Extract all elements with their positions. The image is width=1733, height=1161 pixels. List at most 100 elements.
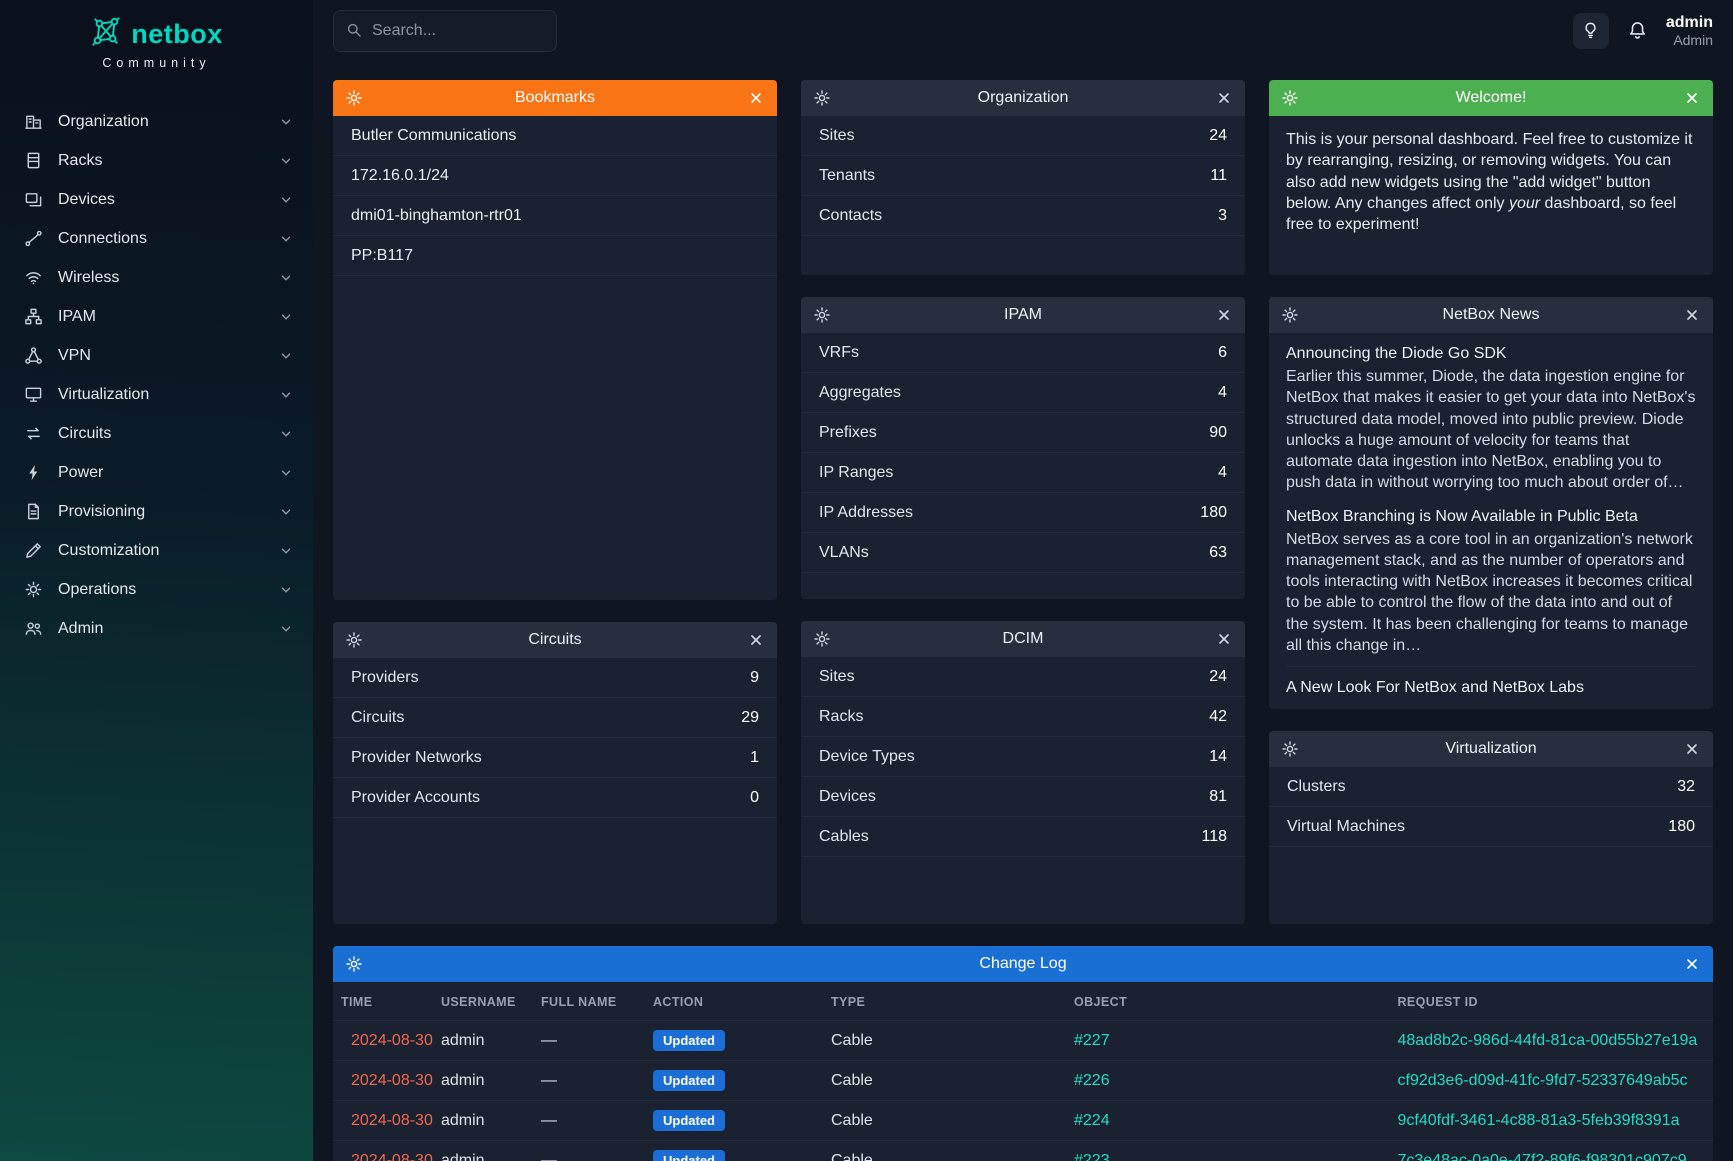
- close-icon[interactable]: [1216, 307, 1232, 323]
- changelog-table-head: TIMEUSERNAMEFULL NAMEACTIONTYPEOBJECTREQ…: [333, 982, 1713, 1021]
- close-icon[interactable]: [1216, 631, 1232, 647]
- search-input[interactable]: [372, 22, 544, 40]
- changelog-time-link[interactable]: 2024-08-30 18:43: [351, 1152, 433, 1161]
- stat-label[interactable]: VLANs: [819, 544, 869, 562]
- widget-config-icon[interactable]: [346, 90, 362, 106]
- brand[interactable]: netbox Community: [0, 0, 313, 76]
- close-icon[interactable]: [1216, 90, 1232, 106]
- widget-config-icon[interactable]: [1282, 90, 1298, 106]
- stat-row[interactable]: Contacts 3: [801, 196, 1245, 236]
- stat-row[interactable]: Tenants 11: [801, 156, 1245, 196]
- widget-config-icon[interactable]: [1282, 307, 1298, 323]
- sidebar-item-devices[interactable]: Devices: [0, 180, 313, 219]
- sidebar-item-virtualization[interactable]: Virtualization: [0, 375, 313, 414]
- widget-config-icon[interactable]: [346, 956, 362, 972]
- stat-row[interactable]: Devices 81: [801, 777, 1245, 817]
- sidebar-item-organization[interactable]: Organization: [0, 102, 313, 141]
- close-icon[interactable]: [1684, 956, 1700, 972]
- stat-row[interactable]: Virtual Machines 180: [1269, 807, 1713, 847]
- stat-label[interactable]: Clusters: [1287, 778, 1346, 796]
- widget-config-icon[interactable]: [814, 307, 830, 323]
- sidebar-item-admin[interactable]: Admin: [0, 609, 313, 648]
- changelog-request-link[interactable]: cf92d3e6-d09d-41fc-9fd7-52337649ab5c: [1398, 1072, 1688, 1089]
- stat-label[interactable]: IP Addresses: [819, 504, 913, 522]
- stat-row[interactable]: Providers 9: [333, 658, 777, 698]
- stat-label[interactable]: Devices: [819, 788, 876, 806]
- stat-row[interactable]: Circuits 29: [333, 698, 777, 738]
- stat-row[interactable]: Racks 42: [801, 697, 1245, 737]
- stat-label[interactable]: VRFs: [819, 344, 859, 362]
- stat-label[interactable]: Device Types: [819, 748, 915, 766]
- news-article-title[interactable]: NetBox Branching is Now Available in Pub…: [1286, 508, 1696, 526]
- widget-config-icon[interactable]: [1282, 741, 1298, 757]
- stat-row[interactable]: Sites 24: [801, 657, 1245, 697]
- sidebar-item-operations[interactable]: Operations: [0, 570, 313, 609]
- stat-value: 4: [1218, 464, 1227, 482]
- close-icon[interactable]: [748, 632, 764, 648]
- changelog-object-link[interactable]: #224: [1074, 1112, 1110, 1129]
- close-icon[interactable]: [748, 90, 764, 106]
- user-menu[interactable]: admin Admin: [1666, 13, 1713, 49]
- changelog-request-link[interactable]: 48ad8b2c-986d-44fd-81ca-00d55b27e19a: [1398, 1032, 1698, 1049]
- stat-row[interactable]: IP Ranges 4: [801, 453, 1245, 493]
- stat-label[interactable]: Racks: [819, 708, 863, 726]
- news-article-title[interactable]: Announcing the Diode Go SDK: [1286, 345, 1696, 363]
- stat-label[interactable]: Circuits: [351, 709, 404, 727]
- changelog-object-link[interactable]: #223: [1074, 1152, 1110, 1161]
- stat-row[interactable]: Sites 24: [801, 116, 1245, 156]
- notifications-button[interactable]: [1627, 20, 1648, 41]
- bookmark-item[interactable]: dmi01-binghamton-rtr01: [333, 196, 777, 236]
- search-box[interactable]: [333, 10, 557, 52]
- changelog-fullname: —: [541, 1112, 557, 1129]
- stat-label[interactable]: Virtual Machines: [1287, 818, 1405, 836]
- widget-config-icon[interactable]: [346, 632, 362, 648]
- stat-label[interactable]: Sites: [819, 668, 855, 686]
- bookmark-item[interactable]: 172.16.0.1/24: [333, 156, 777, 196]
- stat-row[interactable]: Aggregates 4: [801, 373, 1245, 413]
- widget-config-icon[interactable]: [814, 631, 830, 647]
- stat-label[interactable]: Providers: [351, 669, 419, 687]
- changelog-object-link[interactable]: #226: [1074, 1072, 1110, 1089]
- close-icon[interactable]: [1684, 741, 1700, 757]
- stat-label[interactable]: Provider Accounts: [351, 789, 480, 807]
- stat-row[interactable]: IP Addresses 180: [801, 493, 1245, 533]
- stat-label[interactable]: Provider Networks: [351, 749, 482, 767]
- stat-row[interactable]: Prefixes 90: [801, 413, 1245, 453]
- stat-label[interactable]: Prefixes: [819, 424, 877, 442]
- stat-label[interactable]: Cables: [819, 828, 869, 846]
- sidebar-item-connections[interactable]: Connections: [0, 219, 313, 258]
- stat-label[interactable]: Aggregates: [819, 384, 901, 402]
- changelog-time-link[interactable]: 2024-08-30 18:48: [351, 1072, 433, 1089]
- stat-row[interactable]: Cables 118: [801, 817, 1245, 857]
- stat-row[interactable]: Provider Networks 1: [333, 738, 777, 778]
- stat-label[interactable]: IP Ranges: [819, 464, 893, 482]
- changelog-time-link[interactable]: 2024-08-30 18:48: [351, 1112, 433, 1129]
- changelog-object-link[interactable]: #227: [1074, 1032, 1110, 1049]
- stat-row[interactable]: Provider Accounts 0: [333, 778, 777, 818]
- stat-row[interactable]: VRFs 6: [801, 333, 1245, 373]
- widget-config-icon[interactable]: [814, 90, 830, 106]
- sidebar-item-racks[interactable]: Racks: [0, 141, 313, 180]
- stat-row[interactable]: Clusters 32: [1269, 767, 1713, 807]
- close-icon[interactable]: [1684, 307, 1700, 323]
- stat-label[interactable]: Contacts: [819, 207, 882, 225]
- stat-label[interactable]: Sites: [819, 127, 855, 145]
- changelog-request-link[interactable]: 9cf40fdf-3461-4c88-81a3-5feb39f8391a: [1398, 1112, 1680, 1129]
- stat-row[interactable]: VLANs 63: [801, 533, 1245, 573]
- sidebar-item-provisioning[interactable]: Provisioning: [0, 492, 313, 531]
- stat-label[interactable]: Tenants: [819, 167, 875, 185]
- sidebar-item-ipam[interactable]: IPAM: [0, 297, 313, 336]
- changelog-time-link[interactable]: 2024-08-30 18:48: [351, 1032, 433, 1049]
- sidebar-item-vpn[interactable]: VPN: [0, 336, 313, 375]
- sidebar-item-circuits[interactable]: Circuits: [0, 414, 313, 453]
- bookmark-item[interactable]: Butler Communications: [333, 116, 777, 156]
- sidebar-item-wireless[interactable]: Wireless: [0, 258, 313, 297]
- bookmark-item[interactable]: PP:B117: [333, 236, 777, 276]
- sidebar-item-power[interactable]: Power: [0, 453, 313, 492]
- stat-row[interactable]: Device Types 14: [801, 737, 1245, 777]
- close-icon[interactable]: [1684, 90, 1700, 106]
- theme-toggle-button[interactable]: [1573, 13, 1609, 49]
- news-article-title[interactable]: A New Look For NetBox and NetBox Labs: [1286, 679, 1696, 697]
- sidebar-item-customization[interactable]: Customization: [0, 531, 313, 570]
- changelog-request-link[interactable]: 7c3e48ac-0a0e-47f2-89f6-f98301c907c9: [1398, 1152, 1687, 1161]
